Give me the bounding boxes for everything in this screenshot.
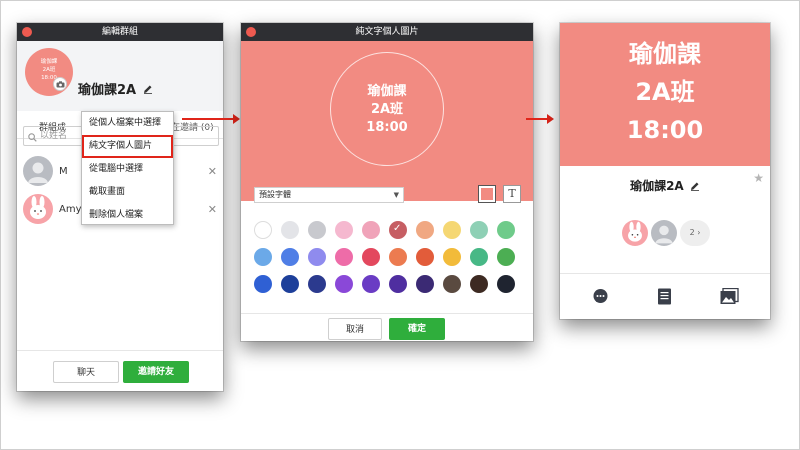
remove-member-icon[interactable]: ✕ [208,203,217,216]
color-swatch[interactable] [443,275,461,293]
edit-group-titlebar: 編輯群組 [17,23,223,41]
color-swatch[interactable] [416,275,434,293]
group-name-text: 瑜伽課2A [78,83,137,98]
avatar-source-menu: 從個人檔案中選擇 純文字個人圖片 從電腦中選擇 截取畫面 刪除個人檔案 [81,111,174,225]
color-swatch[interactable] [497,221,515,239]
group-profile-window: 瑜伽課 2A班 18:00 ★ 瑜伽課2A 2 › [560,23,770,319]
default-avatar-icon [23,156,53,186]
pencil-icon[interactable] [690,180,700,194]
close-window-button[interactable] [22,27,32,37]
avatar-line: 瑜伽課 [40,59,58,65]
search-icon [28,131,37,149]
font-select[interactable]: 預設字體 ▼ [254,187,404,203]
member-name: Amy [59,204,82,215]
arrow-to-text-image [182,114,240,124]
text-color-button[interactable]: T [503,185,521,203]
color-swatch[interactable] [443,248,461,266]
preview-line: 18:00 [366,120,408,135]
menu-item-screenshot[interactable]: 截取畫面 [82,181,173,204]
cover-line: 2A班 [635,78,695,106]
color-swatch[interactable] [416,248,434,266]
font-select-value: 預設字體 [259,190,291,199]
color-swatch[interactable] [281,248,299,266]
chat-bubble-icon[interactable] [592,288,609,309]
notes-icon[interactable] [657,288,672,309]
camera-icon[interactable] [53,77,67,91]
menu-item-text-image[interactable]: 純文字個人圖片 [82,135,173,158]
color-swatch[interactable] [335,248,353,266]
color-swatch[interactable] [308,275,326,293]
menu-item-delete-profile[interactable]: 刪除個人檔案 [82,204,173,227]
search-placeholder: 以姓名 [40,131,68,141]
preview-line: 2A班 [370,102,404,117]
chevron-down-icon: ▼ [393,191,399,199]
group-name: 瑜伽課2A [560,177,770,194]
color-swatch[interactable] [470,248,488,266]
color-swatch[interactable] [335,221,353,239]
menu-item-from-computer[interactable]: 從電腦中選擇 [82,158,173,181]
confirm-button[interactable]: 確定 [389,318,445,340]
cover-line: 18:00 [626,116,704,144]
cover-line: 瑜伽課 [629,40,701,68]
color-swatch[interactable] [335,275,353,293]
pencil-icon[interactable] [143,83,153,98]
bunny-avatar-icon [622,220,648,246]
window-title: 純文字個人圖片 [355,27,419,37]
invite-friends-button[interactable]: 邀請好友 [123,361,189,383]
default-avatar-icon [651,220,677,246]
chat-button[interactable]: 聊天 [53,361,119,383]
group-header: 瑜伽課 2A班 18:00 瑜伽課2A [17,41,223,111]
color-swatch[interactable] [470,275,488,293]
color-swatch[interactable] [254,275,272,293]
color-swatch[interactable] [254,221,272,239]
cancel-button[interactable]: 取消 [328,318,382,340]
color-swatch[interactable] [362,248,380,266]
album-icon[interactable] [720,287,739,309]
text-image-window: 純文字個人圖片 瑜伽課 2A班 18:00 預設字體 ▼ T ✓ 取消 確定 [241,23,533,341]
color-swatch[interactable] [362,221,380,239]
arrow-to-group-profile [526,114,554,124]
group-action-bar [560,273,770,319]
color-swatch[interactable] [497,248,515,266]
preview-circle: 瑜伽課 2A班 18:00 [330,52,444,166]
avatar-line: 2A班 [42,67,56,73]
remove-member-icon[interactable]: ✕ [208,165,217,178]
color-swatch[interactable] [497,275,515,293]
menu-item-from-profile[interactable]: 從個人檔案中選擇 [82,112,173,135]
background-color-button[interactable] [478,185,496,203]
member-name: M [59,166,68,177]
text-image-titlebar: 純文字個人圖片 [241,23,533,41]
edit-group-window: 編輯群組 瑜伽課 2A班 18:00 瑜伽課2A 群組成 在邀請 (0) 以姓名 [17,23,223,391]
color-swatch[interactable] [281,275,299,293]
window-title: 編輯群組 [101,27,138,37]
color-swatch[interactable] [308,221,326,239]
color-swatch[interactable] [389,248,407,266]
group-avatar[interactable]: 瑜伽課 2A班 18:00 [25,48,73,96]
color-swatch[interactable] [416,221,434,239]
text-image-footer: 取消 確定 [241,313,533,341]
color-swatch[interactable] [470,221,488,239]
preview-line: 瑜伽課 [367,84,407,99]
color-swatch[interactable] [308,248,326,266]
color-swatch[interactable] [362,275,380,293]
bunny-avatar-icon [23,194,53,224]
color-swatch[interactable] [281,221,299,239]
color-swatch[interactable] [254,248,272,266]
group-cover-image: 瑜伽課 2A班 18:00 [560,23,770,166]
color-swatch[interactable]: ✓ [389,221,407,239]
color-swatch[interactable] [443,221,461,239]
more-members-badge[interactable]: 2 › [680,220,710,246]
check-icon: ✓ [393,223,402,234]
image-preview: 瑜伽課 2A班 18:00 [241,41,533,201]
group-name-text: 瑜伽課2A [630,179,684,193]
group-name: 瑜伽課2A [78,79,153,98]
background-color-swatch [481,188,493,200]
close-window-button[interactable] [246,27,256,37]
color-swatch[interactable] [389,275,407,293]
edit-group-footer: 聊天 邀請好友 [17,350,223,391]
